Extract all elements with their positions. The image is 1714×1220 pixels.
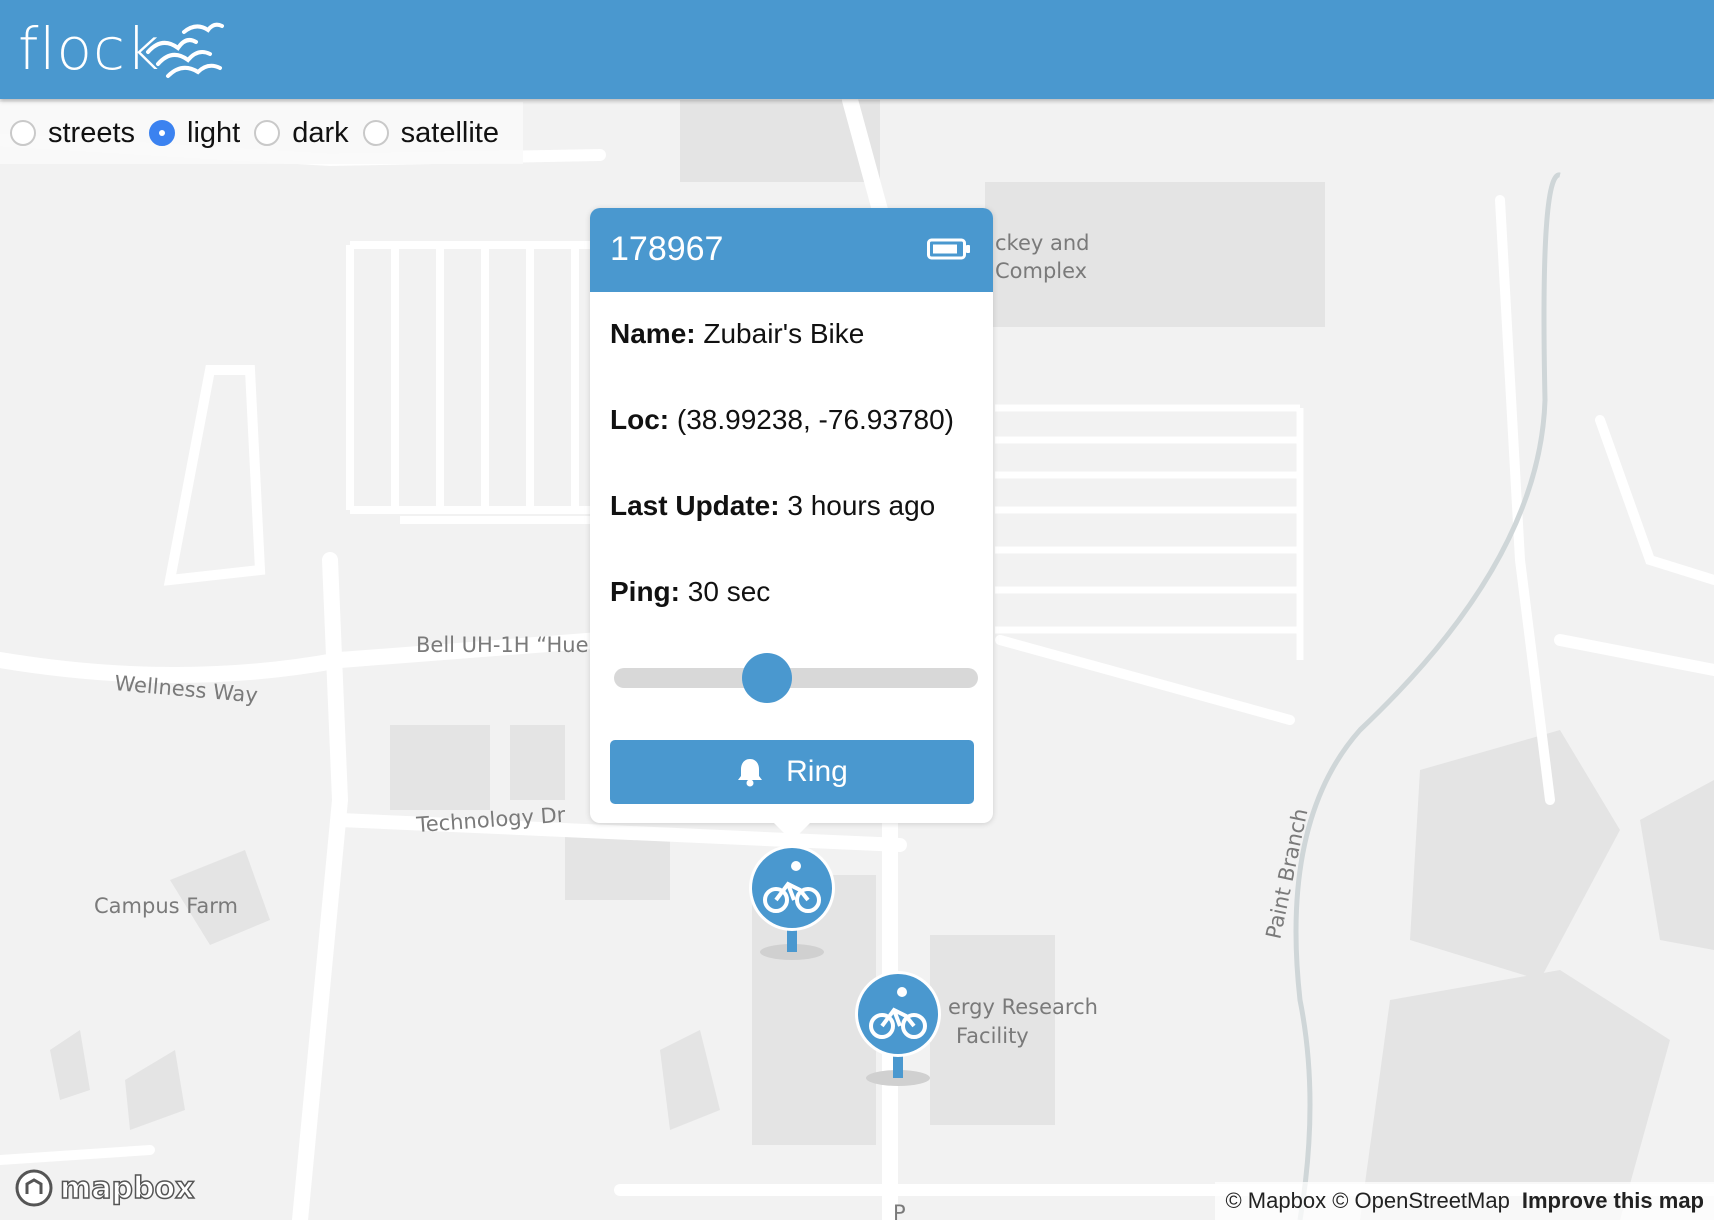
- style-option-light[interactable]: light: [149, 117, 240, 150]
- dark-radio[interactable]: [254, 120, 281, 146]
- map-label-road-p: P: [893, 1201, 906, 1220]
- satellite-radio[interactable]: [362, 120, 389, 146]
- ping-slider-thumb[interactable]: [741, 653, 792, 703]
- map-label-facility: Facility: [956, 1024, 1029, 1048]
- bike-marker[interactable]: [852, 970, 944, 1090]
- popup-header: 178967: [590, 208, 993, 292]
- flock-logo[interactable]: flock: [18, 14, 161, 84]
- style-option-satellite[interactable]: satellite: [362, 116, 499, 150]
- loc-label: Loc:: [610, 404, 670, 435]
- birds-logo-icon: [146, 22, 224, 78]
- app-header: flock: [0, 0, 1714, 99]
- update-value: 3 hours ago: [787, 490, 936, 521]
- battery-icon: [927, 238, 970, 260]
- osm-attribution-link[interactable]: © OpenStreetMap: [1332, 1188, 1510, 1214]
- mapbox-attribution-link[interactable]: © Mapbox: [1225, 1188, 1326, 1214]
- satellite-label: satellite: [400, 116, 499, 149]
- map-label-hockey: ckey and: [995, 231, 1090, 255]
- ping-label: Ping:: [610, 576, 680, 607]
- ring-label: Ring: [786, 755, 848, 788]
- map-label-bell: Bell UH-1H “Hue: [416, 633, 589, 657]
- ring-button[interactable]: Ring: [610, 740, 974, 804]
- ping-slider[interactable]: [614, 653, 978, 703]
- ping-field: Ping: 30 sec: [610, 576, 770, 608]
- map-label-campus-farm: Campus Farm: [94, 894, 238, 918]
- map-label-energy-research: ergy Research: [948, 995, 1098, 1019]
- name-field: Name: Zubair's Bike: [610, 318, 864, 350]
- last-update-field: Last Update: 3 hours ago: [610, 490, 935, 522]
- ping-value: 30 sec: [687, 576, 771, 607]
- light-radio[interactable]: [149, 120, 176, 146]
- map-attribution: © Mapbox © OpenStreetMap Improve this ma…: [1215, 1182, 1714, 1220]
- style-option-streets[interactable]: streets: [10, 117, 135, 150]
- streets-label: streets: [48, 116, 136, 149]
- streets-radio[interactable]: [10, 120, 36, 146]
- light-label: light: [187, 116, 241, 149]
- map-label-complex: Complex: [995, 259, 1087, 283]
- style-option-dark[interactable]: dark: [254, 116, 349, 150]
- improve-map-link[interactable]: Improve this map: [1522, 1188, 1704, 1214]
- mapbox-logo-text: mapbox: [59, 1170, 195, 1207]
- location-field: Loc: (38.99238, -76.93780): [610, 404, 954, 436]
- loc-value: (38.99238, -76.93780): [676, 404, 954, 435]
- bike-marker-selected[interactable]: [746, 844, 838, 964]
- device-id: 178967: [610, 230, 724, 268]
- dark-label: dark: [292, 116, 349, 149]
- bell-icon: [738, 759, 763, 787]
- mapbox-logo-icon: [15, 1169, 53, 1207]
- mapbox-logo[interactable]: mapbox: [14, 1168, 195, 1208]
- device-popup: 178967 Name: Zubair's Bike Loc: (38.9923…: [590, 208, 993, 841]
- update-label: Last Update:: [610, 490, 780, 521]
- name-label: Name:: [610, 318, 696, 349]
- map-style-switcher: streets light dark satellite: [0, 102, 523, 164]
- name-value: Zubair's Bike: [703, 318, 865, 349]
